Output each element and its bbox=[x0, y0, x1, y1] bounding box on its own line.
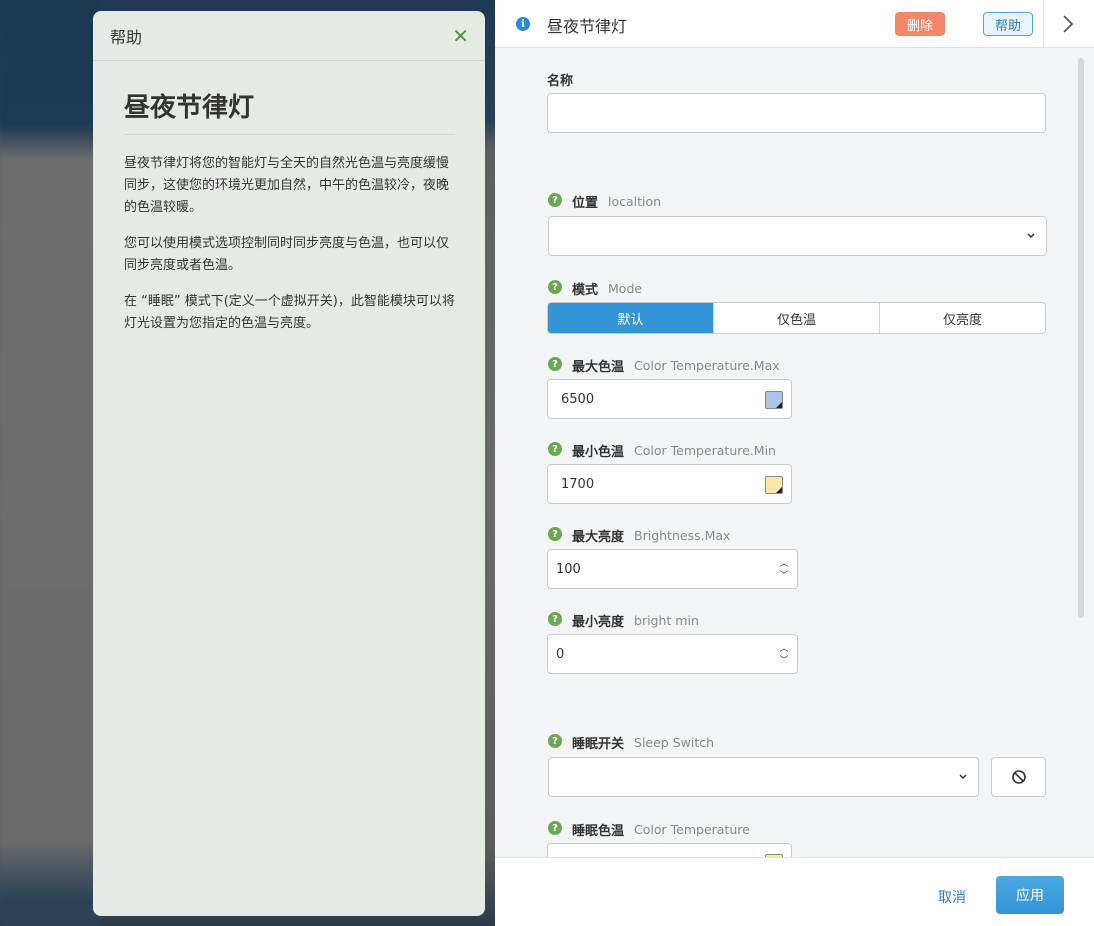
help-header-title: 帮助 bbox=[110, 27, 143, 47]
color-temp-max-input[interactable]: 6500 bbox=[547, 379, 792, 419]
help-question-icon[interactable]: ? bbox=[548, 821, 562, 835]
color-temp-max-label-text: 最大色温 bbox=[572, 360, 625, 375]
sleep-color-temp-input[interactable] bbox=[547, 843, 792, 857]
chevron-down-icon bbox=[1027, 233, 1035, 239]
brightness-min-sublabel: bright min bbox=[634, 613, 699, 628]
location-label-text: 位置 bbox=[572, 196, 599, 211]
sleep-color-temp-label-text: 睡眠色温 bbox=[572, 824, 625, 839]
mode-option-brightness-only[interactable]: 仅亮度 bbox=[879, 303, 1045, 333]
scrollbar[interactable] bbox=[1078, 58, 1084, 618]
sleep-color-temp-sublabel: Color Temperature bbox=[634, 822, 750, 837]
disable-icon bbox=[1011, 770, 1026, 784]
help-question-icon[interactable]: ? bbox=[548, 193, 562, 207]
help-question-icon[interactable]: ? bbox=[548, 442, 562, 456]
help-panel: 帮助 ✕ 昼夜节律灯 昼夜节律灯将您的智能灯与全天的自然光色温与亮度缓慢同步，这… bbox=[93, 11, 485, 916]
brightness-min-value: 0 bbox=[556, 646, 565, 662]
apply-button[interactable]: 应用 bbox=[996, 876, 1064, 914]
mode-option-default[interactable]: 默认 bbox=[548, 303, 713, 333]
color-temp-max-label: 最大色温 Color Temperature.Max bbox=[572, 356, 780, 375]
brightness-max-input[interactable]: 100 ︿ ﹀ bbox=[547, 549, 798, 589]
location-sublabel: localtion bbox=[608, 194, 662, 209]
number-spinner[interactable]: ︿ ﹀ bbox=[779, 558, 789, 582]
mode-label: 模式 Mode bbox=[572, 279, 642, 298]
help-question-icon[interactable]: ? bbox=[548, 280, 562, 294]
brightness-min-input[interactable]: 0 ︿ ﹀ bbox=[547, 634, 798, 674]
mode-sublabel: Mode bbox=[608, 281, 643, 296]
spinner-up-icon[interactable]: ︿ bbox=[779, 643, 789, 655]
brightness-max-sublabel: Brightness.Max bbox=[634, 528, 731, 543]
color-temp-min-sublabel: Color Temperature.Min bbox=[634, 443, 776, 458]
color-temp-max-sublabel: Color Temperature.Max bbox=[634, 358, 780, 373]
help-question-icon[interactable]: ? bbox=[548, 734, 562, 748]
sleep-switch-label: 睡眠开关 Sleep Switch bbox=[572, 733, 714, 752]
number-spinner[interactable]: ︿ ﹀ bbox=[779, 643, 789, 667]
location-label: 位置 localtion bbox=[572, 192, 661, 211]
color-temp-min-value: 1700 bbox=[561, 476, 595, 492]
help-paragraph: 您可以使用模式选项控制同时同步亮度与色温，也可以仅同步亮度或者色温。 bbox=[124, 236, 450, 273]
help-body: 昼夜节律灯 昼夜节律灯将您的智能灯与全天的自然光色温与亮度缓慢同步，这使您的环境… bbox=[93, 61, 485, 335]
sleep-color-temp-label: 睡眠色温 Color Temperature bbox=[572, 820, 750, 839]
help-question-icon[interactable]: ? bbox=[548, 612, 562, 626]
info-icon: i bbox=[516, 17, 530, 31]
color-temp-min-label: 最小色温 Color Temperature.Min bbox=[572, 441, 776, 460]
brightness-max-label-text: 最大亮度 bbox=[572, 530, 625, 545]
brightness-min-label-text: 最小亮度 bbox=[572, 615, 625, 630]
sleep-switch-select[interactable] bbox=[548, 757, 979, 797]
delete-button[interactable]: 删除 bbox=[895, 12, 945, 36]
color-picker-icon[interactable] bbox=[765, 476, 783, 494]
help-title: 昼夜节律灯 bbox=[124, 87, 455, 135]
color-temp-max-value: 6500 bbox=[561, 391, 595, 407]
sleep-switch-label-text: 睡眠开关 bbox=[572, 737, 625, 752]
background-page bbox=[0, 0, 100, 926]
help-paragraph: 在 “睡眠” 模式下(定义一个虚拟开关)，此智能模块可以将灯光设置为您指定的色温… bbox=[124, 294, 455, 331]
panel-footer: 取消 应用 bbox=[495, 857, 1094, 926]
brightness-max-value: 100 bbox=[556, 561, 581, 577]
name-label: 名称 bbox=[547, 74, 574, 89]
brightness-max-label: 最大亮度 Brightness.Max bbox=[572, 526, 730, 545]
disable-button[interactable] bbox=[991, 757, 1046, 797]
color-temp-min-label-text: 最小色温 bbox=[572, 445, 625, 460]
color-picker-icon[interactable] bbox=[765, 391, 783, 409]
header-divider bbox=[1043, 0, 1044, 48]
config-panel: i 昼夜节律灯 删除 帮助 名称 ? 位置 localtion ? 模式 Mod… bbox=[495, 0, 1094, 926]
help-button[interactable]: 帮助 bbox=[983, 12, 1033, 36]
mode-label-text: 模式 bbox=[572, 283, 599, 298]
chevron-down-icon bbox=[959, 774, 967, 780]
mode-segmented-control: 默认 仅色温 仅亮度 bbox=[547, 302, 1046, 334]
help-question-icon[interactable]: ? bbox=[548, 527, 562, 541]
spinner-down-icon[interactable]: ﹀ bbox=[779, 655, 789, 667]
mode-option-color-temp-only[interactable]: 仅色温 bbox=[713, 303, 879, 333]
help-header: 帮助 ✕ bbox=[93, 11, 485, 61]
brightness-min-label: 最小亮度 bright min bbox=[572, 611, 699, 630]
color-temp-min-input[interactable]: 1700 bbox=[547, 464, 792, 504]
location-select[interactable] bbox=[548, 216, 1047, 256]
sleep-switch-sublabel: Sleep Switch bbox=[634, 735, 715, 750]
spinner-up-icon[interactable]: ︿ bbox=[779, 558, 789, 570]
panel-header: i 昼夜节律灯 删除 帮助 bbox=[495, 0, 1094, 48]
close-icon[interactable]: ✕ bbox=[452, 26, 469, 46]
panel-title: 昼夜节律灯 bbox=[547, 17, 628, 36]
chevron-right-icon[interactable] bbox=[1061, 14, 1075, 34]
help-paragraph: 昼夜节律灯将您的智能灯与全天的自然光色温与亮度缓慢同步，这使您的环境光更加自然，… bbox=[124, 156, 450, 215]
help-question-icon[interactable]: ? bbox=[548, 357, 562, 371]
spinner-down-icon[interactable]: ﹀ bbox=[779, 570, 789, 582]
cancel-button[interactable]: 取消 bbox=[938, 887, 966, 907]
name-input[interactable] bbox=[547, 93, 1046, 133]
